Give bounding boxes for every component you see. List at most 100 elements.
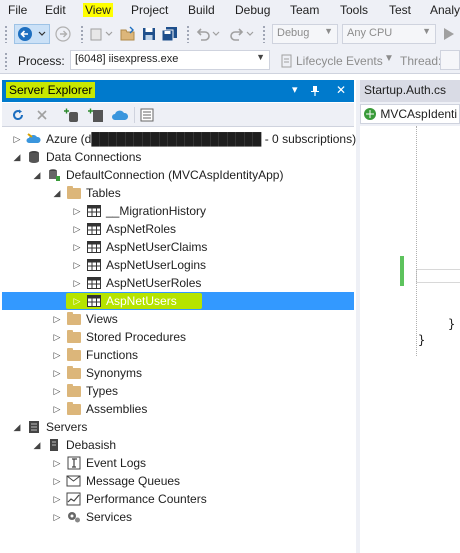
tree-item[interactable]: ▷ Message Queues: [2, 472, 354, 490]
refresh-button[interactable]: [10, 107, 26, 123]
tree-item[interactable]: ▷ AspNetRoles: [2, 220, 354, 238]
tree-item[interactable]: ◢ Tables: [2, 184, 354, 202]
tree-item[interactable]: ▷ Event Logs: [2, 454, 354, 472]
collapsed-arrow-icon[interactable]: ▷: [72, 277, 82, 289]
forward-button[interactable]: [54, 26, 72, 42]
save-icon: [143, 28, 155, 40]
collapsed-arrow-icon[interactable]: ▷: [52, 313, 62, 325]
tree-item-label: Tables: [86, 186, 121, 200]
back-button[interactable]: [14, 24, 50, 44]
menu-project[interactable]: Project: [131, 3, 168, 17]
connect-server-button[interactable]: [86, 107, 106, 123]
collapsed-arrow-icon[interactable]: ▷: [52, 403, 62, 415]
close-icon[interactable]: ✕: [336, 83, 346, 97]
collapsed-arrow-icon[interactable]: ▷: [12, 133, 22, 145]
save-all-button[interactable]: [160, 26, 180, 42]
menu-tools[interactable]: Tools: [340, 3, 368, 17]
properties-button[interactable]: [138, 107, 156, 123]
tree-item[interactable]: ▷ AspNetUserClaims: [2, 238, 354, 256]
collapsed-arrow-icon[interactable]: ▷: [52, 457, 62, 469]
expanded-arrow-icon[interactable]: ◢: [12, 151, 22, 163]
open-file-button[interactable]: [118, 26, 138, 42]
toolbar-grip[interactable]: [186, 25, 190, 43]
expanded-arrow-icon[interactable]: ◢: [32, 439, 42, 451]
tree-item-label: AspNetUserRoles: [106, 276, 202, 290]
connection-icon: [46, 168, 62, 182]
process-dropdown[interactable]: [6048] iisexpress.exe ▼: [70, 50, 270, 70]
current-line-highlight: [416, 269, 460, 283]
toolbar-grip[interactable]: [262, 25, 266, 43]
server-explorer-titlebar[interactable]: Server Explorer ▾ ✕: [2, 80, 354, 102]
menu-analyze[interactable]: Analy: [430, 3, 460, 17]
tree-item[interactable]: ▷ AspNetUsers: [2, 292, 354, 310]
collapsed-arrow-icon[interactable]: ▷: [52, 475, 62, 487]
save-button[interactable]: [140, 26, 158, 42]
azure-cloud-icon: [112, 110, 129, 120]
toolbar-grip[interactable]: [80, 25, 84, 43]
solution-platform-dropdown[interactable]: Any CPU ▼: [342, 24, 436, 44]
expanded-arrow-icon[interactable]: ◢: [52, 187, 62, 199]
window-position-icon[interactable]: ▾: [292, 83, 298, 96]
tree-item[interactable]: ▷ Functions: [2, 346, 354, 364]
menu-edit[interactable]: Edit: [45, 3, 66, 17]
collapsed-arrow-icon[interactable]: ▷: [72, 223, 82, 235]
server-icon: [46, 438, 62, 452]
thread-dropdown[interactable]: [440, 50, 460, 70]
connect-azure-button[interactable]: [110, 107, 130, 123]
menu-file[interactable]: File: [8, 3, 27, 17]
tree-item[interactable]: ▷ Views: [2, 310, 354, 328]
collapsed-arrow-icon[interactable]: ▷: [72, 259, 82, 271]
forward-arrow-icon: [55, 26, 71, 42]
tree-item[interactable]: ▷ __MigrationHistory: [2, 202, 354, 220]
tree-item[interactable]: ▷ Performance Counters: [2, 490, 354, 508]
tree-item[interactable]: ▷ Stored Procedures: [2, 328, 354, 346]
lifecycle-events-button[interactable]: [280, 53, 294, 69]
tree-item[interactable]: ▷ Assemblies: [2, 400, 354, 418]
tree-item-label: Azure (d████████████████████ - 0 subscri…: [46, 132, 357, 146]
tree-item[interactable]: ▷ AspNetUserRoles: [2, 274, 354, 292]
collapsed-arrow-icon[interactable]: ▷: [52, 367, 62, 379]
tree-item[interactable]: ◢ Servers: [2, 418, 354, 436]
tree-item[interactable]: ▷ AspNetUserLogins: [2, 256, 354, 274]
collapsed-arrow-icon[interactable]: ▷: [52, 349, 62, 361]
menu-test[interactable]: Test: [389, 3, 411, 17]
stop-refresh-button[interactable]: [34, 107, 50, 123]
navigation-bar-dropdown[interactable]: MVCAspIdenti: [360, 104, 460, 124]
tree-item[interactable]: ▷ Types: [2, 382, 354, 400]
menu-build[interactable]: Build: [188, 3, 215, 17]
start-debug-button[interactable]: [440, 26, 458, 42]
server-explorer-tree[interactable]: ▷ Azure (d████████████████████ - 0 subscr…: [2, 128, 357, 553]
collapsed-arrow-icon[interactable]: ▷: [52, 385, 62, 397]
tree-item[interactable]: ▷ Azure (d████████████████████ - 0 subscr…: [2, 130, 357, 148]
collapsed-arrow-icon[interactable]: ▷: [52, 511, 62, 523]
menu-view[interactable]: View: [83, 3, 113, 17]
toolbar-grip[interactable]: [4, 25, 8, 43]
menu-team[interactable]: Team: [290, 3, 319, 17]
solution-config-dropdown[interactable]: Debug ▼: [272, 24, 338, 44]
collapsed-arrow-icon[interactable]: ▷: [72, 241, 82, 253]
code-editor[interactable]: } }: [360, 126, 460, 553]
tree-item-label: Types: [86, 384, 119, 398]
tree-item-label: Message Queues: [86, 474, 181, 488]
collapsed-arrow-icon[interactable]: ▷: [52, 331, 62, 343]
tree-item[interactable]: ◢ DefaultConnection (MVCAspIdentityApp): [2, 166, 354, 184]
tree-item[interactable]: ▷ Synonyms: [2, 364, 354, 382]
redo-button[interactable]: [228, 26, 256, 42]
tree-item[interactable]: ▷ Services: [2, 508, 354, 526]
expanded-arrow-icon[interactable]: ◢: [12, 421, 22, 433]
collapsed-arrow-icon[interactable]: ▷: [52, 493, 62, 505]
expanded-arrow-icon[interactable]: ◢: [32, 169, 42, 181]
back-arrow-icon: [18, 27, 46, 41]
toolbar-grip[interactable]: [4, 52, 8, 70]
pin-icon[interactable]: [310, 85, 320, 97]
new-project-button[interactable]: [88, 26, 114, 42]
menu-debug[interactable]: Debug: [235, 3, 270, 17]
collapsed-arrow-icon[interactable]: ▷: [72, 205, 82, 217]
play-icon: [444, 28, 454, 40]
undo-button[interactable]: [194, 26, 222, 42]
tab-startup-auth[interactable]: Startup.Auth.cs: [360, 80, 460, 102]
tree-item[interactable]: ◢ Data Connections: [2, 148, 354, 166]
connect-database-button[interactable]: [62, 107, 80, 123]
collapsed-arrow-icon[interactable]: ▷: [72, 295, 82, 307]
tree-item[interactable]: ◢ Debasish: [2, 436, 354, 454]
